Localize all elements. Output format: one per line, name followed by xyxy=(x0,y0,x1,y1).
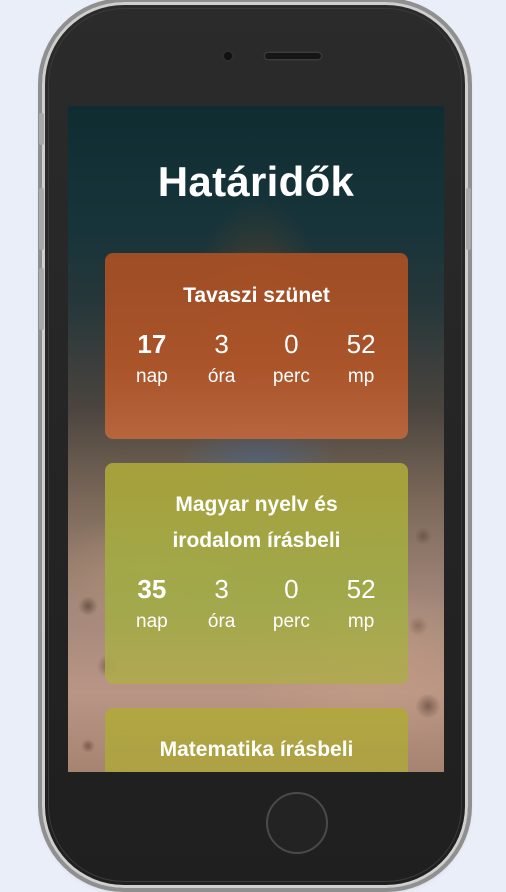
minutes-label: perc xyxy=(272,366,310,387)
countdown-hours: 3 óra xyxy=(189,573,255,635)
days-value: 17 xyxy=(137,329,167,359)
deadline-title: Matematika írásbeli xyxy=(159,738,354,761)
deadline-title: Tavaszi szünet xyxy=(183,284,330,307)
speaker-icon xyxy=(265,53,321,59)
hours-label: óra xyxy=(207,366,236,387)
minutes-value: 0 xyxy=(284,329,299,359)
countdown-days: 35 nap xyxy=(119,573,185,635)
seconds-value: 52 xyxy=(346,329,376,359)
hours-value: 3 xyxy=(214,329,229,359)
power-button[interactable] xyxy=(466,188,471,250)
minutes-label: perc xyxy=(272,611,310,632)
days-label: nap xyxy=(136,366,168,387)
seconds-label: mp xyxy=(347,366,375,387)
camera-icon xyxy=(224,52,232,60)
page-title: Határidők xyxy=(157,158,355,205)
countdown-seconds: 52 mp xyxy=(328,328,394,390)
days-label: nap xyxy=(136,611,168,632)
countdown-days: 17 nap xyxy=(119,328,185,390)
volume-down-button[interactable] xyxy=(39,268,44,330)
home-button[interactable] xyxy=(266,792,328,854)
app-screen: Határidők Tavaszi szünet 17 nap 3 óra 0 … xyxy=(68,106,444,772)
deadline-card-math-exam[interactable]: Matematika írásbeli xyxy=(105,708,408,772)
hours-label: óra xyxy=(207,611,236,632)
countdown-minutes: 0 perc xyxy=(258,328,324,390)
countdown: 17 nap 3 óra 0 perc 52 mp xyxy=(105,328,408,390)
deadline-card-hungarian-exam[interactable]: Magyar nyelv és irodalom írásbeli 35 nap… xyxy=(105,463,408,684)
countdown-seconds: 52 mp xyxy=(328,573,394,635)
page-stage: Határidők Tavaszi szünet 17 nap 3 óra 0 … xyxy=(0,0,506,892)
hours-value: 3 xyxy=(214,574,229,604)
countdown-minutes: 0 perc xyxy=(258,573,324,635)
seconds-value: 52 xyxy=(346,574,376,604)
countdown: 35 nap 3 óra 0 perc 52 mp xyxy=(105,573,408,635)
minutes-value: 0 xyxy=(284,574,299,604)
mute-switch[interactable] xyxy=(39,113,44,145)
deadline-card-spring-break[interactable]: Tavaszi szünet 17 nap 3 óra 0 perc 52 mp xyxy=(105,253,408,439)
days-value: 35 xyxy=(137,574,167,604)
volume-up-button[interactable] xyxy=(39,188,44,250)
seconds-label: mp xyxy=(347,611,375,632)
deadline-title: Magyar nyelv és irodalom írásbeli xyxy=(172,493,341,552)
countdown-hours: 3 óra xyxy=(189,328,255,390)
